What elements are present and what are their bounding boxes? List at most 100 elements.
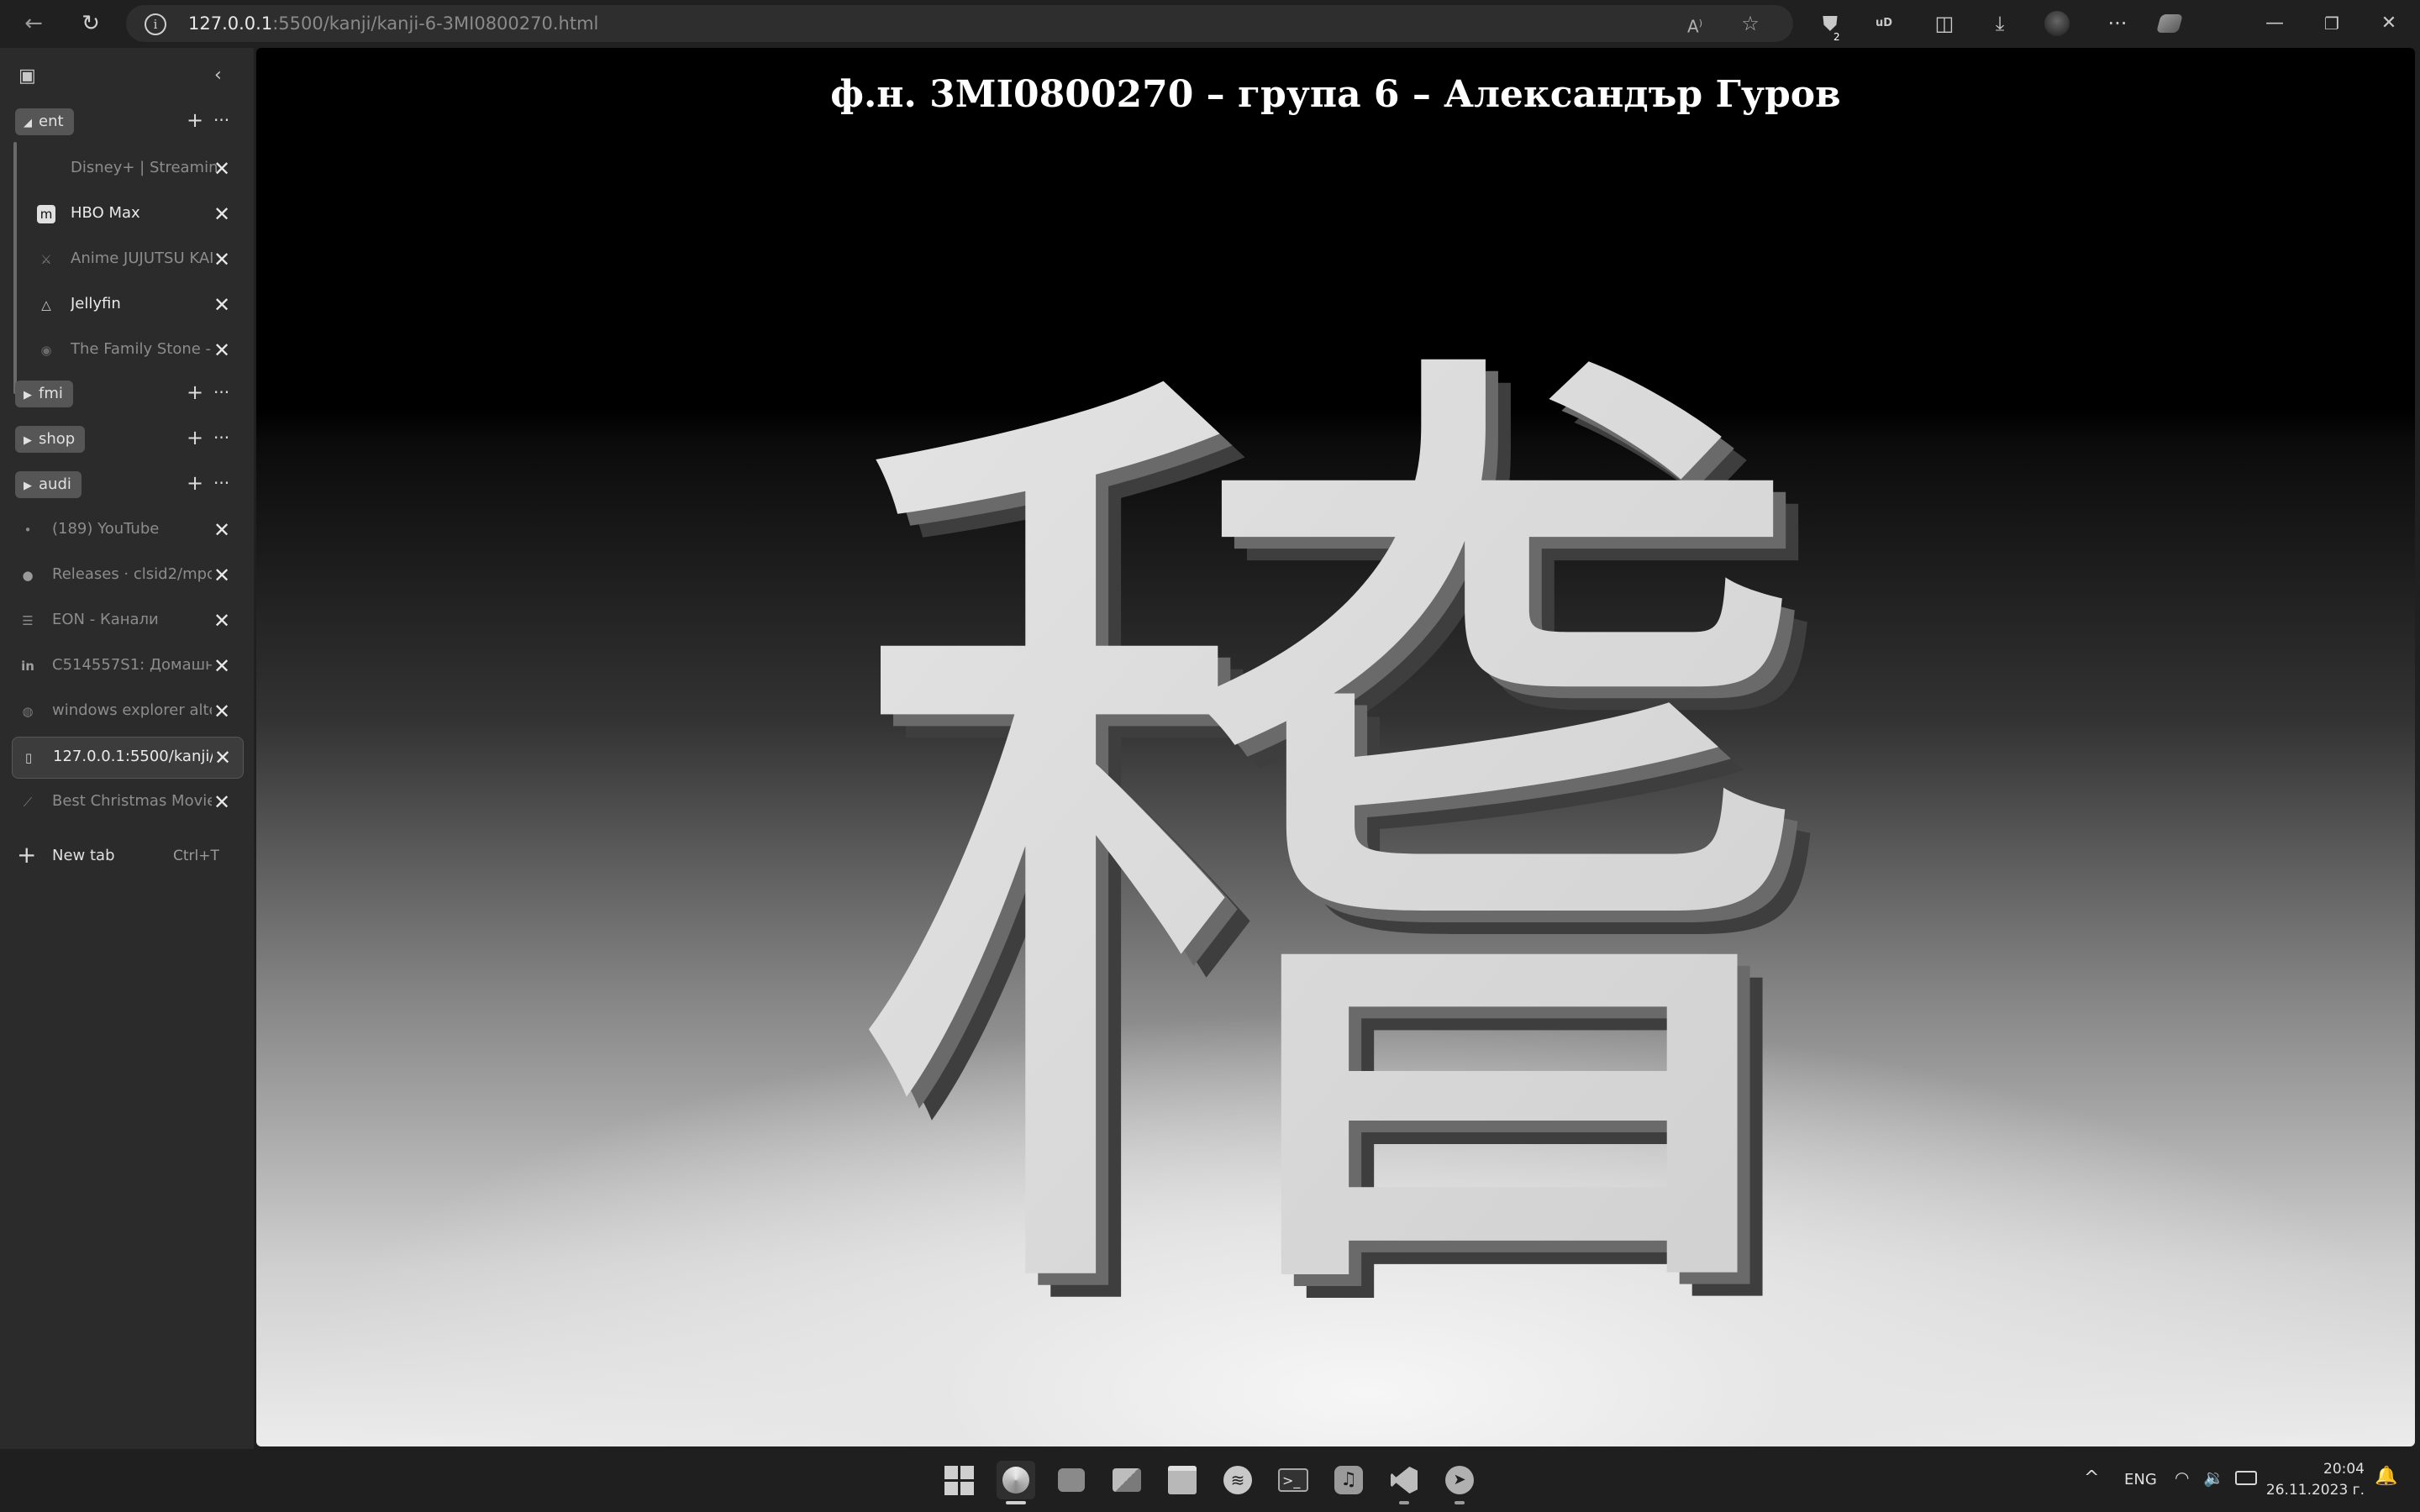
group-label: ent (39, 113, 64, 130)
close-tab-icon[interactable]: ✕ (213, 790, 230, 814)
show-hidden-icons-chevron[interactable]: ^ (2084, 1467, 2099, 1488)
back-icon[interactable]: ← (17, 7, 50, 40)
group-more-icon[interactable]: ··· (213, 382, 229, 402)
vscode-icon[interactable] (1385, 1461, 1423, 1504)
group-add-tab-icon[interactable]: + (187, 426, 203, 449)
vertical-tabs-sidebar: ▣ ‹ ◢ ent + ··· Disney+ | Streaming ✕ m H… (0, 48, 254, 1449)
site-info-icon[interactable]: i (145, 13, 166, 35)
wifi-icon[interactable]: ◠ (2175, 1467, 2189, 1488)
tab-anime-jujutsu[interactable]: ⚔ Anime JUJUTSU KAI ✕ (12, 239, 242, 280)
group-more-icon[interactable]: ··· (213, 110, 229, 130)
close-tab-icon[interactable]: ✕ (214, 746, 231, 769)
tab-github-releases[interactable]: ● Releases · clsid2/mpc-h ✕ (12, 555, 242, 596)
edge-taskbar-icon[interactable] (997, 1461, 1035, 1504)
tab-family-stone[interactable]: ◉ The Family Stone - ✕ (12, 330, 242, 370)
group-add-tab-icon[interactable]: + (187, 381, 203, 404)
close-tab-icon[interactable]: ✕ (213, 518, 230, 542)
group-label: shop (39, 430, 76, 448)
group-expand-icon: ▶ (24, 434, 32, 447)
plus-icon: + (17, 841, 37, 869)
tab-eon[interactable]: ☰ EON - Канали ✕ (12, 601, 242, 641)
sidebar-toggle-icon[interactable]: ▣ (18, 66, 36, 87)
tab-group-ent[interactable]: ◢ ent (15, 108, 74, 135)
whatsapp-icon[interactable] (1052, 1461, 1091, 1499)
windows-taskbar: ≋ >_ ♫ ➤ ^ ENG ◠ 🔉 20:04 26.11.2023 г. 🔔 (0, 1449, 2420, 1512)
url-host: 127.0.0.1 (188, 13, 273, 34)
windows-logo (944, 1465, 974, 1495)
downloads-icon[interactable]: ⤓ (1985, 8, 2015, 39)
file-explorer-icon[interactable] (1163, 1461, 1202, 1499)
music-icon[interactable]: ♫ (1329, 1461, 1368, 1499)
close-tab-icon[interactable]: ✕ (213, 339, 230, 362)
close-tab-icon[interactable]: ✕ (213, 564, 230, 587)
tab-hbo-max[interactable]: m HBO Max ✕ (12, 194, 242, 234)
anime-site-icon: ⚔ (40, 252, 52, 267)
group-add-tab-icon[interactable]: + (187, 108, 203, 132)
tab-jellyfin[interactable]: △ Jellyfin ✕ (12, 285, 242, 325)
close-tab-icon[interactable]: ✕ (213, 157, 230, 181)
tab-label: Jellyfin (71, 295, 121, 312)
tab-kanji-active[interactable]: ▯ 127.0.0.1:5500/kanji/ka ✕ (12, 737, 244, 779)
new-tab-button[interactable]: + New tab Ctrl+T (12, 836, 242, 876)
tab-youtube[interactable]: • (189) YouTube ✕ (12, 510, 242, 550)
running-indicator (1455, 1501, 1465, 1504)
tab-reddit[interactable]: ◍ windows explorer alter ✕ (12, 691, 242, 732)
close-tab-icon[interactable]: ✕ (213, 293, 230, 317)
tab-homework[interactable]: in C514557S1: Домашно ✕ (12, 646, 242, 686)
site-icon: ⟋ (23, 795, 33, 810)
tab-label: HBO Max (71, 204, 140, 222)
github-icon: ● (22, 568, 34, 583)
group-collapse-icon: ◢ (24, 117, 32, 129)
tab-label: EON - Канали (52, 611, 159, 628)
read-aloud-icon[interactable]: A) (1682, 11, 1707, 37)
shield-extension-icon[interactable]: ⛊ 2 (1815, 8, 1845, 43)
spotify-icon[interactable]: ≋ (1218, 1461, 1257, 1499)
movie-site-icon: ◉ (40, 343, 52, 358)
favorite-star-icon[interactable]: ☆ (1738, 11, 1763, 36)
terminal-icon[interactable]: >_ (1274, 1461, 1313, 1499)
url-text[interactable]: 127.0.0.1:5500/kanji/kanji-6-3MI0800270.… (188, 13, 598, 34)
close-tab-icon[interactable]: ✕ (213, 700, 230, 723)
clock-date[interactable]: 26.11.2023 г. (2260, 1482, 2365, 1499)
volume-icon[interactable]: 🔉 (2203, 1467, 2224, 1488)
group-expand-icon: ▶ (24, 480, 32, 492)
tab-disney[interactable]: Disney+ | Streaming ✕ (12, 149, 242, 189)
telegram-icon[interactable]: ➤ (1440, 1461, 1479, 1504)
close-tab-icon[interactable]: ✕ (213, 654, 230, 678)
group-add-tab-icon[interactable]: + (187, 471, 203, 495)
running-indicator (1399, 1501, 1409, 1504)
kanji-3d-render: 稽 稽 稽 (836, 273, 1853, 1446)
profile-avatar[interactable] (2042, 8, 2072, 39)
close-window-icon[interactable]: ✕ (2368, 8, 2410, 39)
tab-group-shop[interactable]: ▶ shop (15, 426, 86, 453)
close-tab-icon[interactable]: ✕ (213, 202, 230, 226)
close-tab-icon[interactable]: ✕ (213, 609, 230, 633)
restore-icon[interactable]: ❐ (2311, 8, 2353, 39)
ublock-extension-icon[interactable]: uD (1869, 8, 1899, 39)
youtube-icon: • (24, 522, 32, 538)
copilot-icon[interactable] (2154, 8, 2185, 39)
refresh-icon[interactable]: ↻ (74, 7, 108, 40)
language-indicator[interactable]: ENG (2124, 1471, 2157, 1488)
tab-label: C514557S1: Домашно (52, 656, 212, 674)
battery-icon[interactable] (2235, 1471, 2257, 1485)
collapse-sidebar-icon[interactable]: ‹ (214, 65, 222, 86)
windows-start-icon[interactable] (939, 1461, 978, 1499)
split-screen-icon[interactable]: ◫ (1929, 8, 1960, 39)
clock-time[interactable]: 20:04 (2260, 1461, 2365, 1478)
page-viewport: 稽 稽 稽 ф.н. 3MI0800270 – група 6 – Алекса… (256, 48, 2415, 1446)
address-bar[interactable]: i 127.0.0.1:5500/kanji/kanji-6-3MI080027… (126, 5, 1793, 42)
tab-group-fmi[interactable]: ▶ fmi (15, 381, 73, 407)
group-more-icon[interactable]: ··· (213, 428, 229, 448)
close-tab-icon[interactable]: ✕ (213, 248, 230, 271)
tab-christmas-movies[interactable]: ⟋ Best Christmas Movies ✕ (12, 782, 242, 822)
more-menu-icon[interactable]: ··· (2102, 8, 2133, 39)
notifications-bell-icon[interactable]: 🔔 (2375, 1466, 2397, 1487)
photos-icon[interactable] (1107, 1461, 1146, 1499)
group-more-icon[interactable]: ··· (213, 473, 229, 493)
tab-group-audi[interactable]: ▶ audi (15, 471, 82, 498)
minimize-icon[interactable]: — (2254, 8, 2296, 39)
page-title: ф.н. 3MI0800270 – група 6 – Александър Г… (830, 73, 1841, 116)
tab-label: Anime JUJUTSU KAI (71, 249, 214, 267)
reddit-icon: ◍ (22, 704, 34, 719)
